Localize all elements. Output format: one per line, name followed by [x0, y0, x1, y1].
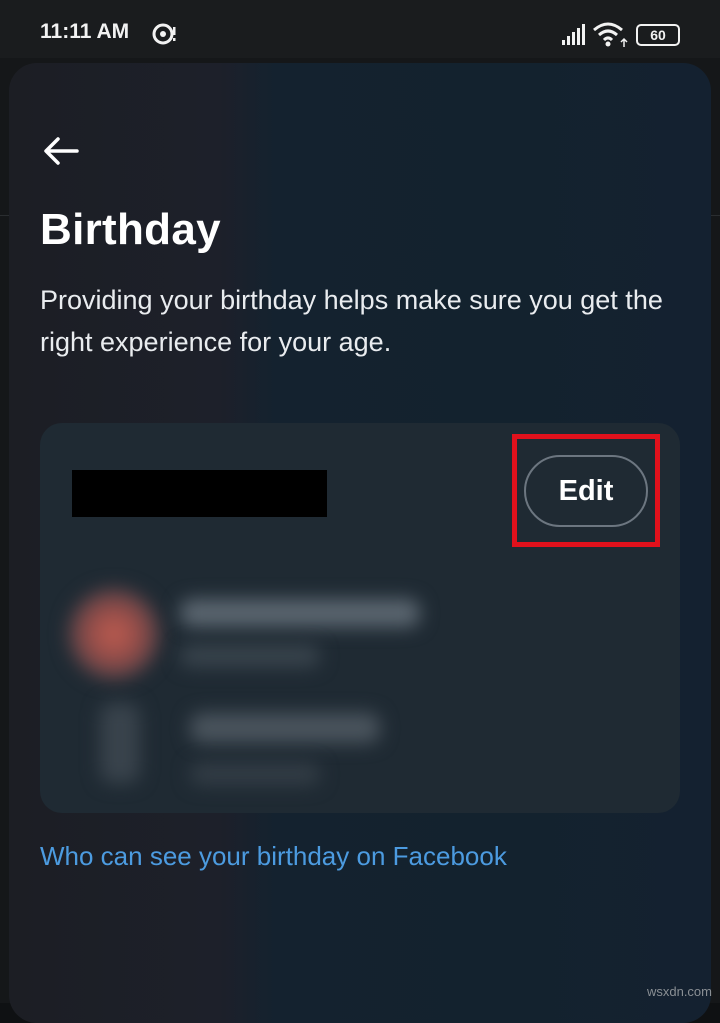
birthday-card: Edit	[40, 423, 680, 813]
page-title: Birthday	[40, 205, 221, 255]
status-time: 11:11 AM	[40, 20, 129, 44]
page-description: Providing your birthday helps make sure …	[40, 279, 700, 363]
who-can-see-link[interactable]: Who can see your birthday on Facebook	[40, 841, 507, 872]
signal-icon	[562, 22, 592, 46]
battery-level: 60	[650, 27, 666, 43]
blurred-text	[190, 713, 380, 743]
blurred-text	[180, 599, 420, 627]
birthday-sheet: Birthday Providing your birthday helps m…	[9, 63, 711, 1023]
edit-button[interactable]: Edit	[524, 455, 648, 527]
watermark: wsxdn.com	[647, 984, 712, 999]
redacted-birthday-value	[72, 470, 327, 517]
battery-icon: 60	[636, 24, 680, 46]
back-button[interactable]	[39, 129, 83, 173]
blurred-icon	[100, 703, 140, 783]
blurred-text	[180, 645, 320, 667]
arrow-left-icon	[42, 136, 80, 166]
blurred-text	[190, 763, 320, 785]
status-bar: 11:11 AM 60	[0, 0, 720, 58]
notification-icon	[151, 21, 177, 47]
wifi-icon	[592, 22, 630, 48]
blurred-avatar	[68, 588, 160, 680]
